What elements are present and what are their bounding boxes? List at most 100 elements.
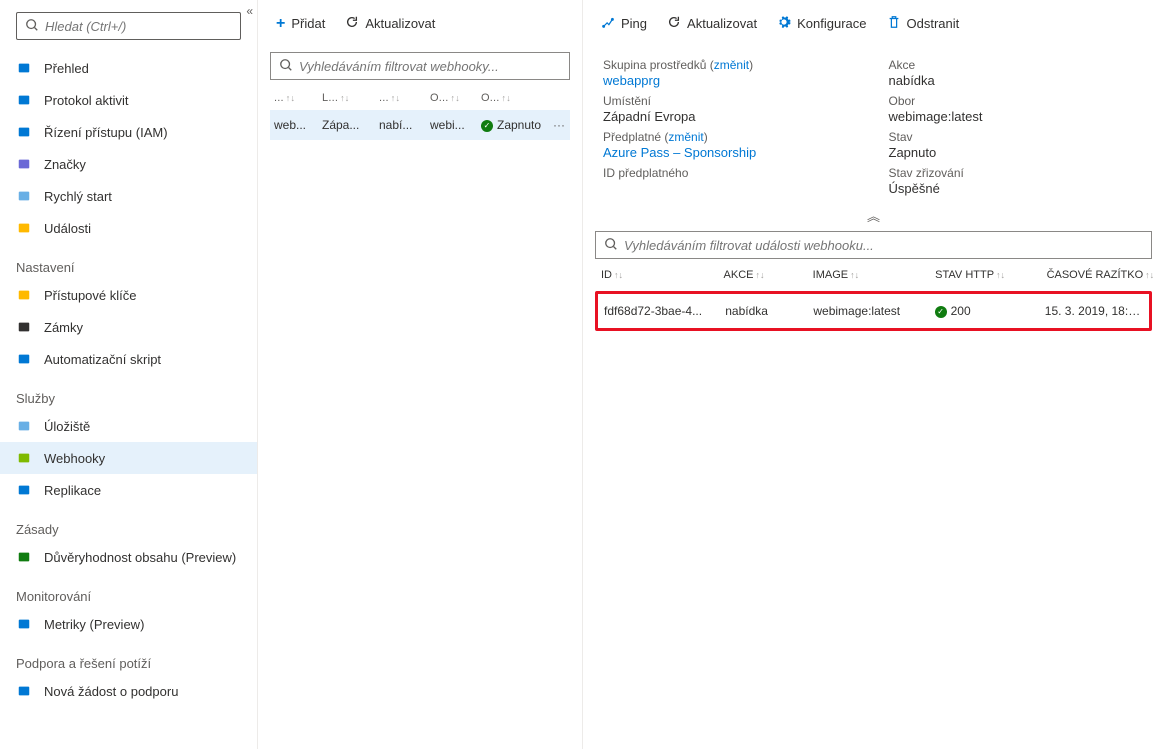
essentials-field: ID předplatného [603, 166, 859, 196]
event-row[interactable]: fdf68d72-3bae-4... nabídka webimage:late… [598, 294, 1149, 328]
refresh-icon [667, 15, 681, 32]
event-column-header[interactable]: ID↑↓ [595, 259, 718, 291]
sidebar-item-label: Webhooky [44, 451, 105, 466]
sidebar-item-label: Události [44, 221, 91, 236]
sidebar-item-label: Řízení přístupu (IAM) [44, 125, 168, 140]
filter-events[interactable] [595, 231, 1152, 259]
sidebar-item[interactable]: Protokol aktivit [0, 84, 257, 116]
sidebar-item[interactable]: Přehled [0, 52, 257, 84]
column-header[interactable]: O...↑↓ [426, 86, 477, 110]
detail-pane: Ping Aktualizovat Konfigurace Odstranit … [583, 0, 1164, 749]
change-link[interactable]: změnit [714, 58, 749, 72]
essentials-label: Stav zřizování [889, 166, 1145, 180]
delete-button[interactable]: Odstranit [887, 15, 960, 32]
nav-icon [16, 92, 32, 108]
configure-button[interactable]: Konfigurace [777, 15, 866, 32]
refresh-detail-button[interactable]: Aktualizovat [667, 15, 757, 32]
cell-name: web... [270, 110, 318, 140]
sidebar-item[interactable]: Automatizační skript [0, 343, 257, 375]
essentials-label: Stav [889, 130, 1145, 144]
nav-icon [16, 418, 32, 434]
essentials-label: Obor [889, 94, 1145, 108]
event-column-header[interactable]: ČASOVÉ RAZÍTKO↑↓ [1041, 259, 1152, 291]
search-icon [604, 237, 618, 254]
sidebar-search-input[interactable] [45, 19, 232, 34]
event-image: webimage:latest [807, 294, 928, 328]
row-menu[interactable]: ··· [549, 110, 570, 140]
section-services: Služby [0, 375, 257, 410]
highlighted-event-row: fdf68d72-3bae-4... nabídka webimage:late… [595, 291, 1152, 331]
section-support: Podpora a řešení potíží [0, 640, 257, 675]
add-button[interactable]: + Přidat [276, 15, 325, 33]
nav-icon [16, 156, 32, 172]
sidebar-item[interactable]: Úložiště [0, 410, 257, 442]
change-link[interactable]: změnit [668, 130, 703, 144]
essentials-value: Zapnuto [889, 145, 1145, 160]
sidebar-item-label: Zámky [44, 320, 83, 335]
delete-label: Odstranit [907, 16, 960, 31]
column-header[interactable]: O...↑↓ [477, 86, 549, 110]
webhooks-table: ...↑↓L...↑↓...↑↓O...↑↓O...↑↓ web... Zápa… [270, 86, 570, 140]
sidebar: « Přehled Protokol aktivit Řízení přístupu… [0, 0, 258, 749]
essentials-value[interactable]: Azure Pass – Sponsorship [603, 145, 859, 160]
ping-button[interactable]: Ping [601, 15, 647, 32]
column-header[interactable]: ...↑↓ [375, 86, 426, 110]
event-column-header[interactable]: STAV HTTP↑↓ [929, 259, 1040, 291]
sidebar-item-label: Přehled [44, 61, 89, 76]
success-icon: ✓ [935, 306, 947, 318]
filter-webhooks[interactable] [270, 52, 570, 80]
nav-icon [16, 287, 32, 303]
trash-icon [887, 15, 901, 32]
sidebar-item[interactable]: Webhooky [0, 442, 257, 474]
essentials-field: StavZapnuto [889, 130, 1145, 160]
sidebar-item[interactable]: Důvěryhodnost obsahu (Preview) [0, 541, 257, 573]
gear-icon [777, 15, 791, 32]
sidebar-item[interactable]: Nová žádost o podporu [0, 675, 257, 707]
collapse-essentials[interactable]: ︽ [583, 200, 1164, 227]
configure-label: Konfigurace [797, 16, 866, 31]
essentials-value: webimage:latest [889, 109, 1145, 124]
detail-toolbar: Ping Aktualizovat Konfigurace Odstranit [583, 4, 1164, 44]
plus-icon: + [276, 15, 285, 33]
essentials-label: Umístění [603, 94, 859, 108]
filter-webhooks-input[interactable] [299, 59, 561, 74]
section-policies: Zásady [0, 506, 257, 541]
cell-status: ✓Zapnuto [477, 110, 549, 140]
sidebar-item[interactable]: Zámky [0, 311, 257, 343]
nav-icon [16, 616, 32, 632]
column-header[interactable]: ...↑↓ [270, 86, 318, 110]
events-table: ID↑↓AKCE↑↓IMAGE↑↓STAV HTTP↑↓ČASOVÉ RAZÍT… [595, 259, 1152, 291]
sidebar-item[interactable]: Rychlý start [0, 180, 257, 212]
essentials-value: Západní Evropa [603, 109, 859, 124]
essentials-label: Předplatné (změnit) [603, 130, 859, 144]
essentials-field: Předplatné (změnit)Azure Pass – Sponsors… [603, 130, 859, 160]
event-column-header[interactable]: AKCE↑↓ [718, 259, 807, 291]
sidebar-search[interactable] [16, 12, 241, 40]
refresh-button[interactable]: Aktualizovat [345, 15, 435, 32]
nav-icon [16, 549, 32, 565]
table-row[interactable]: web... Zápa... nabí... webi... ✓Zapnuto … [270, 110, 570, 140]
collapse-sidebar-icon[interactable]: « [246, 4, 253, 18]
success-icon: ✓ [481, 120, 493, 132]
column-header[interactable]: L...↑↓ [318, 86, 375, 110]
sidebar-item[interactable]: Metriky (Preview) [0, 608, 257, 640]
sidebar-item-label: Úložiště [44, 419, 90, 434]
sidebar-item-label: Replikace [44, 483, 101, 498]
cell-location: Zápa... [318, 110, 375, 140]
essentials-value[interactable]: webapprg [603, 73, 859, 88]
refresh-label: Aktualizovat [365, 16, 435, 31]
section-monitoring: Monitorování [0, 573, 257, 608]
refresh-icon [345, 15, 359, 32]
nav-icon [16, 683, 32, 699]
event-column-header[interactable]: IMAGE↑↓ [807, 259, 930, 291]
sidebar-item[interactable]: Řízení přístupu (IAM) [0, 116, 257, 148]
sidebar-item[interactable]: Značky [0, 148, 257, 180]
filter-events-input[interactable] [624, 238, 1143, 253]
sidebar-item[interactable]: Přístupové klíče [0, 279, 257, 311]
ping-icon [601, 15, 615, 32]
nav-icon [16, 124, 32, 140]
essentials-field: UmístěníZápadní Evropa [603, 94, 859, 124]
search-icon [279, 58, 293, 75]
sidebar-item[interactable]: Události [0, 212, 257, 244]
sidebar-item[interactable]: Replikace [0, 474, 257, 506]
